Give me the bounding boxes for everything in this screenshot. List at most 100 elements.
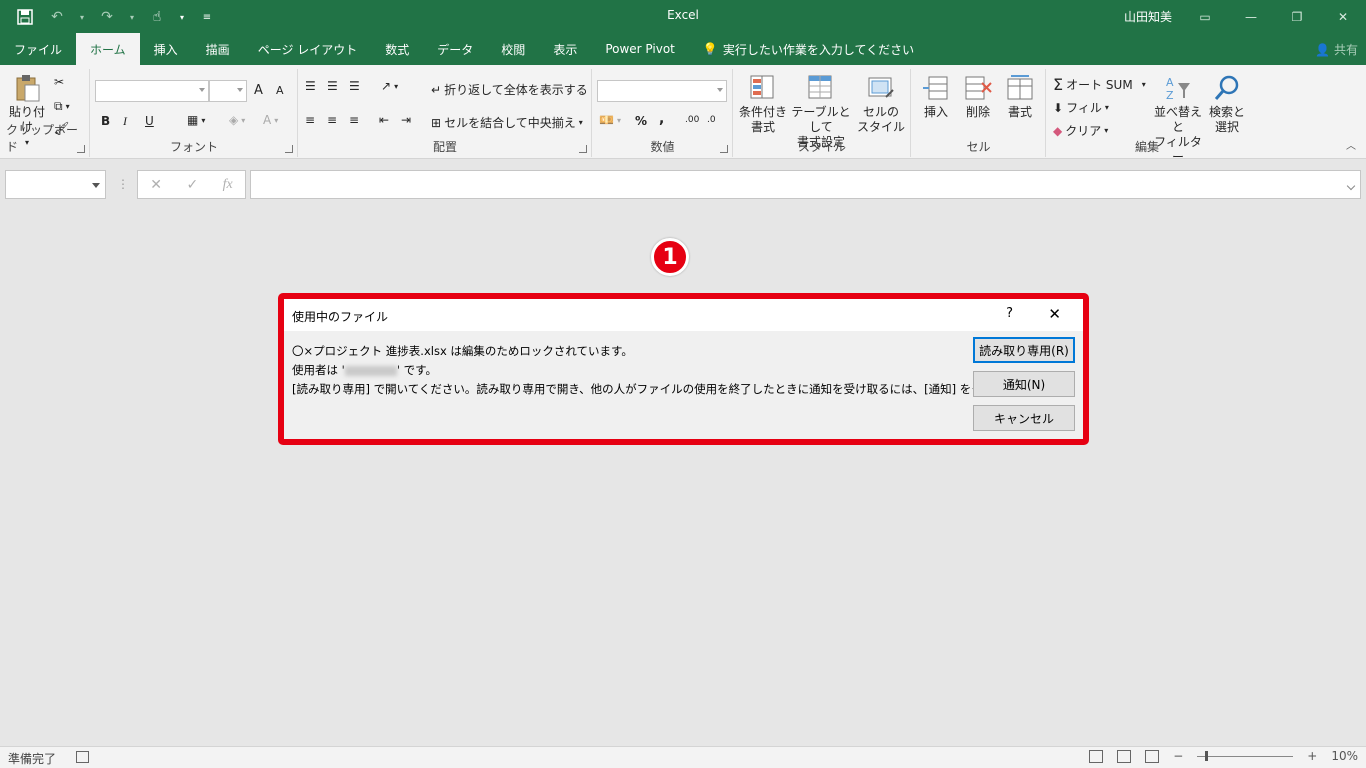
zoom-out-icon[interactable]: − [1173, 749, 1183, 763]
shrink-font-button[interactable]: A [276, 84, 284, 97]
align-right-icon[interactable]: ≡ [349, 113, 359, 127]
share-button[interactable]: 👤 共有 [1315, 41, 1358, 58]
delete-cells-button[interactable]: 削除 [958, 73, 998, 120]
name-box[interactable] [5, 170, 106, 199]
dialog-close-icon[interactable]: ✕ [1048, 305, 1061, 323]
underline-button[interactable]: U [145, 114, 154, 128]
close-window-icon[interactable]: ✕ [1320, 0, 1366, 33]
cell-styles-icon [866, 73, 896, 103]
font-color-label: A [263, 113, 272, 127]
copy-icon[interactable]: ⧉ ▾ [54, 99, 70, 114]
status-ready: 準備完了 [8, 752, 57, 766]
cancel-button[interactable]: キャンセル [973, 405, 1075, 431]
zoom-slider[interactable] [1197, 750, 1294, 761]
user-name[interactable]: 山田知美 [1124, 8, 1172, 25]
collapse-ribbon-icon[interactable]: ︿ [1346, 137, 1356, 152]
clear-button[interactable]: ◆ クリア ▾ [1053, 122, 1108, 139]
read-only-button[interactable]: 読み取り専用(R) [973, 337, 1075, 363]
tab-view[interactable]: 表示 [539, 33, 591, 65]
minimize-icon[interactable]: — [1228, 0, 1274, 33]
ribbon: 貼り付け ▾ ✂ ⧉ ▾ 🖌 クリップボード A A B I U ▦ ▾ ◈ ▾ A ▾… [0, 65, 1366, 164]
currency-icon[interactable]: 💴 ▾ [599, 113, 621, 127]
sigma-icon: Σ [1053, 75, 1064, 94]
comma-button[interactable]: , [659, 111, 664, 127]
normal-view-icon[interactable] [1089, 749, 1104, 763]
ribbon-display-options-icon[interactable]: ▭ [1182, 0, 1228, 33]
align-center-icon[interactable]: ≡ [327, 113, 337, 127]
page-break-view-icon[interactable] [1145, 749, 1160, 763]
group-label-font: フォント [169, 140, 218, 154]
number-launcher-icon[interactable] [720, 145, 728, 153]
cell-styles-button[interactable]: セルの スタイル [854, 73, 908, 135]
notify-button[interactable]: 通知(N) [973, 371, 1075, 397]
tab-home[interactable]: ホーム [76, 33, 140, 65]
group-alignment: ☰ ☰ ☰ ↗ ▾ ↵ 折り返して全体を表示する ≡ ≡ ≡ ⇤ ⇥ ⊞ セルを結… [299, 69, 592, 157]
enter-formula-icon[interactable]: ✓ [186, 177, 198, 193]
zoom-in-icon[interactable]: + [1307, 749, 1317, 763]
bold-button[interactable]: B [101, 114, 110, 128]
tab-power-pivot[interactable]: Power Pivot [591, 33, 689, 65]
conditional-label-2: 書式 [750, 120, 775, 134]
italic-button[interactable]: I [123, 114, 127, 129]
orientation-icon[interactable]: ↗ ▾ [381, 79, 398, 93]
align-top-icon[interactable]: ☰ [305, 79, 316, 93]
grow-font-button[interactable]: A [254, 83, 263, 98]
percent-button[interactable]: % [635, 114, 647, 128]
increase-decimal-icon[interactable]: .00 [685, 115, 699, 125]
align-bottom-icon[interactable]: ☰ [349, 79, 360, 93]
tab-data[interactable]: データ [423, 33, 487, 65]
formula-buttons: ✕ ✓ fx [137, 170, 246, 199]
tab-page-layout[interactable]: ページ レイアウト [244, 33, 372, 65]
restore-icon[interactable]: ❐ [1274, 0, 1320, 33]
fill-button[interactable]: ⬇ フィル ▾ [1053, 99, 1109, 116]
expand-formula-bar-icon[interactable] [1346, 181, 1356, 191]
font-color-button[interactable]: A ▾ [263, 113, 278, 127]
formula-input[interactable] [250, 170, 1361, 199]
tab-formulas[interactable]: 数式 [371, 33, 423, 65]
cut-icon[interactable]: ✂ [54, 75, 64, 89]
format-cells-button[interactable]: 書式 [1000, 73, 1040, 120]
font-name-combo[interactable] [95, 80, 209, 102]
align-middle-icon[interactable]: ☰ [327, 79, 338, 93]
insert-function-icon[interactable]: fx [223, 177, 233, 193]
delete-cells-label: 削除 [965, 105, 990, 119]
autosum-button[interactable]: Σ オート SUM ▾ [1053, 75, 1146, 94]
wrap-text-button[interactable]: ↵ 折り返して全体を表示する [431, 81, 588, 98]
align-left-icon[interactable]: ≡ [305, 113, 315, 127]
conditional-label-1: 条件付き [738, 105, 787, 119]
tell-me-box[interactable]: 💡 実行したい作業を入力してください [689, 33, 928, 65]
insert-cells-button[interactable]: 挿入 [916, 73, 956, 120]
help-icon[interactable]: ? [1006, 306, 1013, 321]
page-layout-view-icon[interactable] [1117, 749, 1132, 763]
magnifier-icon [1212, 73, 1242, 103]
tab-review[interactable]: 校閲 [487, 33, 539, 65]
group-clipboard: 貼り付け ▾ ✂ ⧉ ▾ 🖌 クリップボード [0, 69, 90, 157]
merge-center-button[interactable]: ⊞ セルを結合して中央揃え ▾ [431, 114, 583, 131]
user-prefix: 使用者は ' [292, 363, 345, 377]
tab-insert[interactable]: 挿入 [140, 33, 192, 65]
conditional-formatting-button[interactable]: 条件付き 書式 [736, 73, 790, 135]
clipboard-launcher-icon[interactable] [77, 145, 85, 153]
fill-color-icon[interactable]: ◈ ▾ [229, 113, 245, 127]
increase-indent-icon[interactable]: ⇥ [401, 113, 411, 127]
macro-record-icon[interactable] [76, 751, 89, 763]
name-box-dropdown-icon[interactable] [92, 183, 100, 188]
font-size-combo[interactable] [209, 80, 247, 102]
group-label-styles: スタイル [797, 140, 846, 154]
dialog-title: 使用中のファイル [292, 310, 389, 324]
tab-draw[interactable]: 描画 [192, 33, 244, 65]
cancel-formula-icon[interactable]: ✕ [150, 177, 162, 193]
zoom-level[interactable]: 10% [1331, 749, 1358, 763]
font-launcher-icon[interactable] [285, 145, 293, 153]
borders-icon[interactable]: ▦ ▾ [187, 113, 205, 127]
zoom-slider-thumb[interactable] [1205, 750, 1209, 761]
decrease-indent-icon[interactable]: ⇤ [379, 113, 389, 127]
share-label: 共有 [1333, 43, 1358, 57]
find-select-button[interactable]: 検索と 選択 [1207, 73, 1247, 135]
number-format-combo[interactable] [597, 80, 727, 102]
decrease-decimal-icon[interactable]: .0 [707, 115, 716, 125]
group-label-alignment: 配置 [432, 140, 457, 154]
sort-label-1: 並べ替えと [1153, 105, 1202, 134]
alignment-launcher-icon[interactable] [579, 145, 587, 153]
tab-file[interactable]: ファイル [0, 33, 76, 65]
